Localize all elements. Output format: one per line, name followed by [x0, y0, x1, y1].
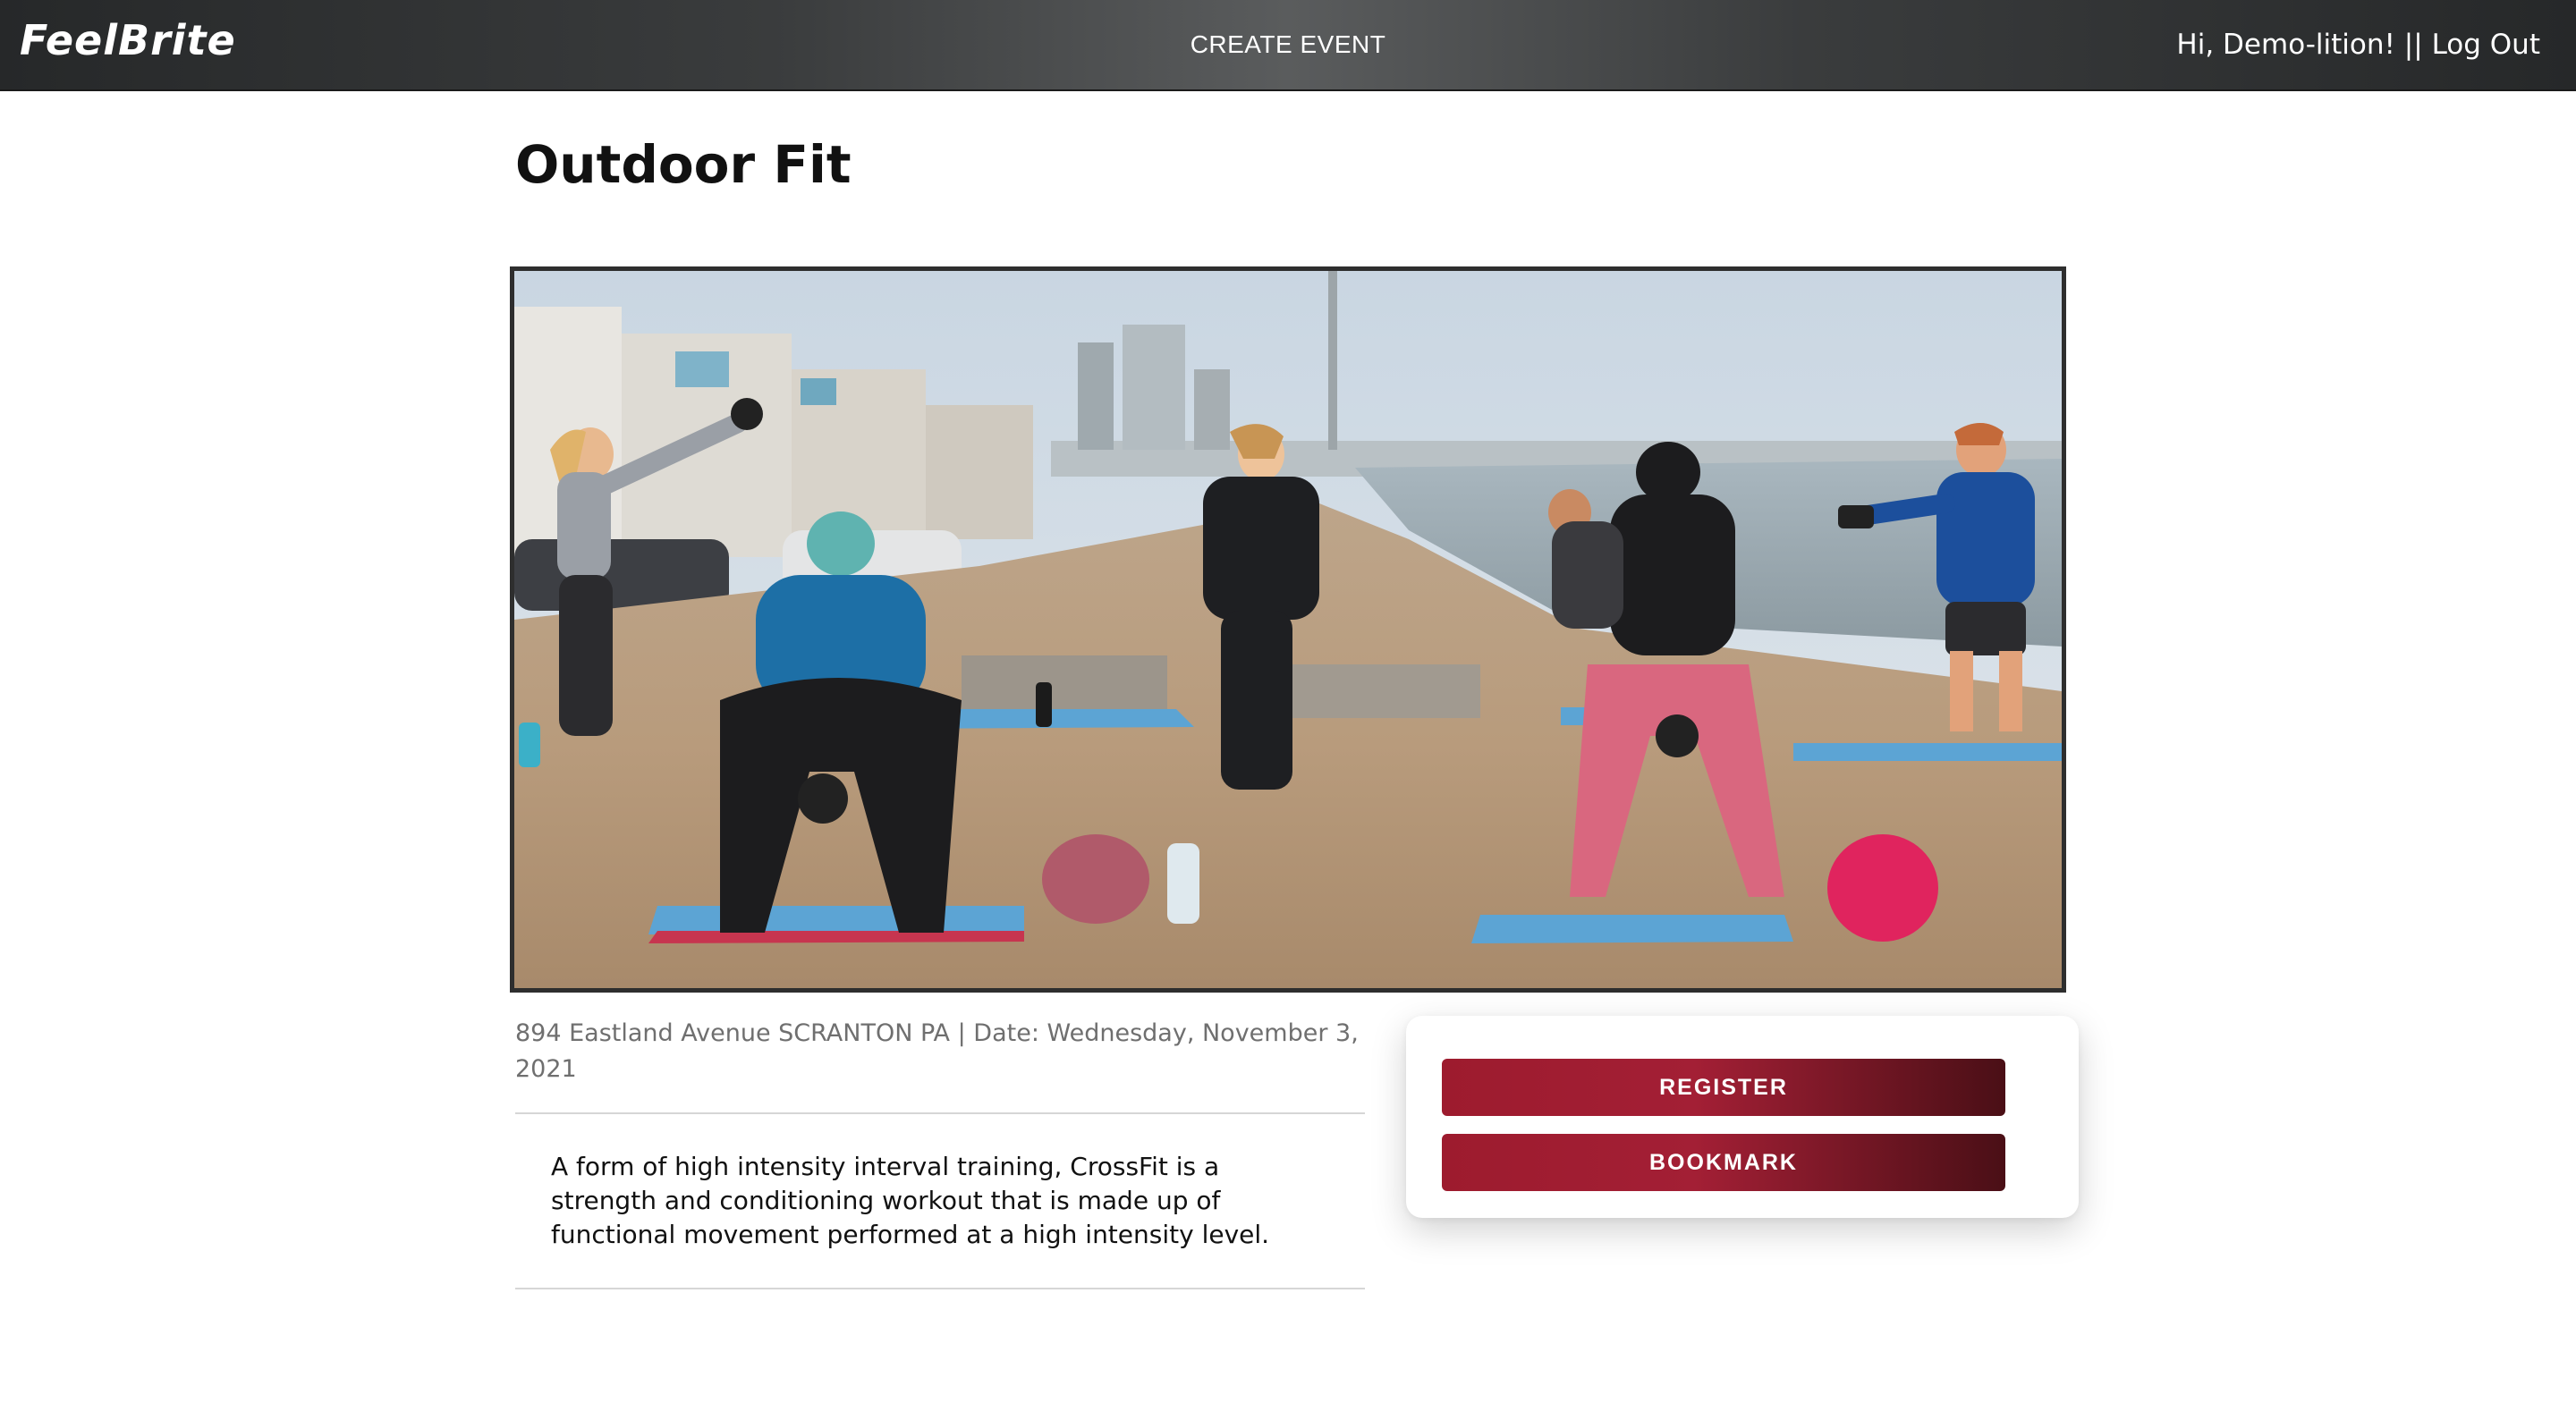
event-image: [510, 266, 2066, 993]
divider-top: [515, 1112, 1365, 1114]
app-logo[interactable]: FeelBrite: [20, 16, 236, 64]
user-menu: Hi, Demo-lition! || Log Out: [2176, 29, 2540, 61]
user-greeting: Hi, Demo-lition! ||: [2176, 29, 2423, 61]
bookmark-button[interactable]: BOOKMARK: [1442, 1134, 2005, 1191]
event-actions-card: REGISTER BOOKMARK: [1406, 1016, 2079, 1218]
divider-bottom: [515, 1288, 1365, 1289]
logout-link[interactable]: Log Out: [2432, 29, 2540, 61]
top-navbar: FeelBrite CREATE EVENT Hi, Demo-lition! …: [0, 0, 2576, 91]
create-event-link[interactable]: CREATE EVENT: [1191, 30, 1386, 58]
register-button[interactable]: REGISTER: [1442, 1059, 2005, 1116]
event-description: A form of high intensity interval traini…: [551, 1152, 1270, 1249]
event-location-date: 894 Eastland Avenue SCRANTON PA | Date: …: [515, 1019, 1359, 1083]
event-photo-illustration: [514, 271, 2062, 988]
page-title: Outdoor Fit: [515, 134, 852, 195]
